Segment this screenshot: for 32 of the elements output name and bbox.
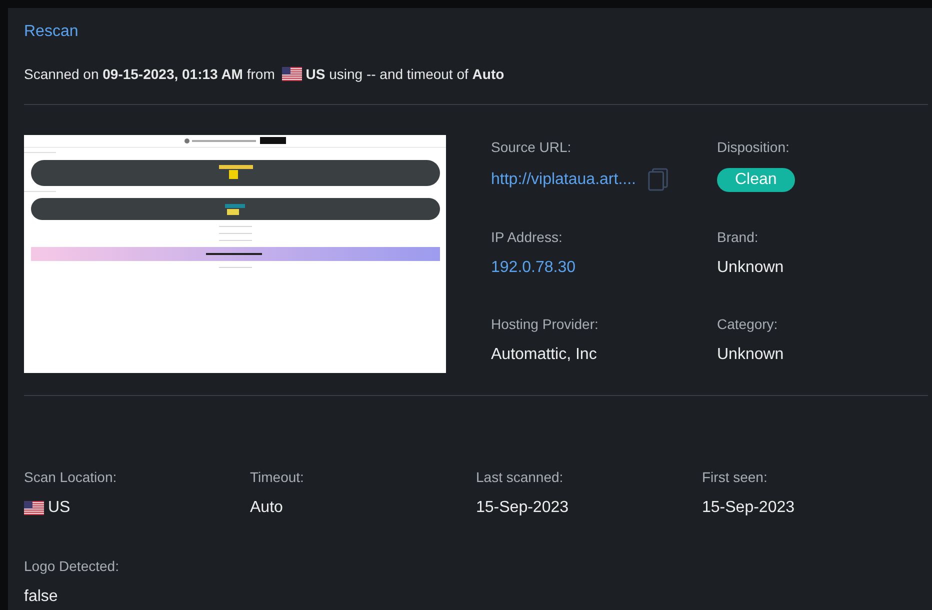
field-label: First seen: <box>702 469 768 485</box>
field-value: US <box>48 498 70 518</box>
scan-date: 09-15-2023, 01:13 AM <box>102 66 243 82</box>
field-label: Logo Detected: <box>24 558 120 574</box>
ip-link[interactable]: 192.0.78.30 <box>491 258 717 278</box>
field-value: Automattic, Inc <box>491 344 598 365</box>
field-value: Unknown <box>717 258 785 278</box>
scan-summary-text: from <box>246 66 276 82</box>
field-value: Auto <box>250 498 284 518</box>
field-label: Disposition: <box>717 139 790 155</box>
field-value: Unknown <box>717 344 785 365</box>
copy-icon[interactable] <box>648 168 669 191</box>
scan-summary-text: using -- and timeout of <box>328 66 470 82</box>
us-flag-icon <box>24 501 44 515</box>
scan-summary-text: Scanned on <box>24 66 100 82</box>
us-flag-icon <box>282 67 302 81</box>
field-label: Source URL: <box>491 139 572 155</box>
field-label: Timeout: <box>250 469 305 485</box>
field-label: Brand: <box>717 229 760 246</box>
rescan-link[interactable]: Rescan <box>24 23 78 41</box>
field-value: false <box>24 587 59 607</box>
field-label: IP Address: <box>491 229 564 246</box>
scan-timeout: Auto <box>472 66 504 82</box>
field-label: Category: <box>717 316 779 332</box>
field-value: 15-Sep-2023 <box>702 498 796 518</box>
field-label: Scan Location: <box>24 469 118 485</box>
scan-country: US <box>306 66 326 82</box>
field-label: Hosting Provider: <box>491 316 600 332</box>
url-link[interactable]: http://viplataua.art.... <box>491 170 636 190</box>
field-value: 15-Sep-2023 <box>476 498 570 518</box>
field-label: Last scanned: <box>476 469 564 485</box>
disposition-badge: Clean <box>717 168 795 192</box>
